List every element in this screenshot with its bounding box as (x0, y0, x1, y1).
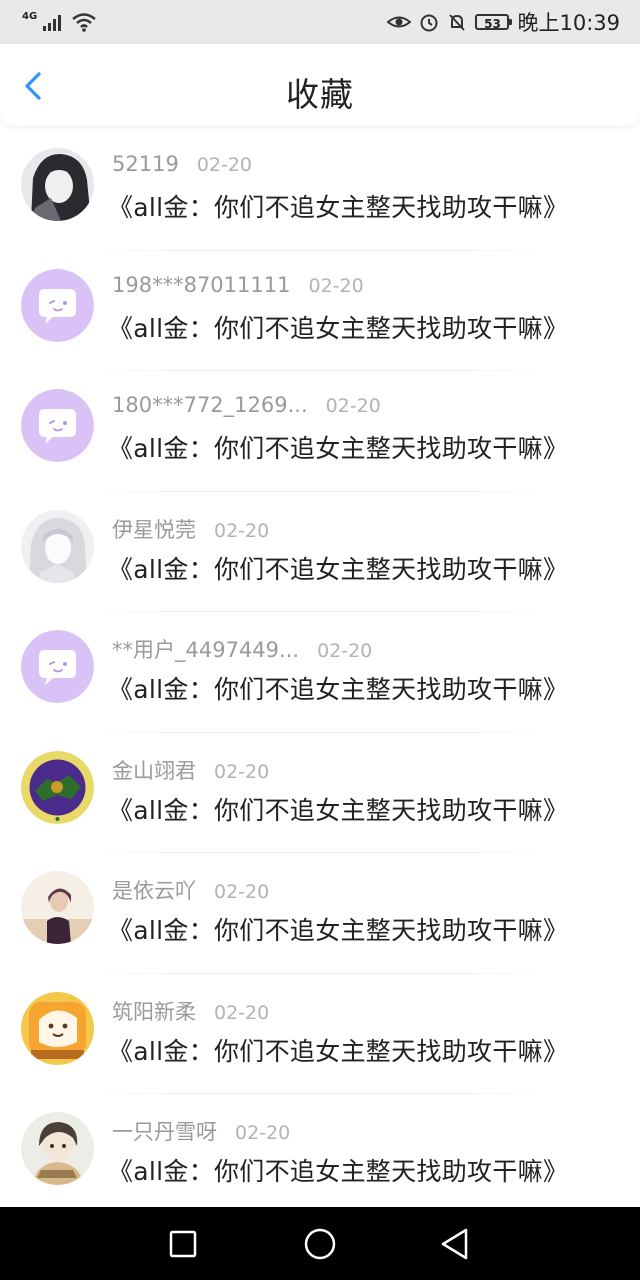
user-name: 伊星悦莞 (112, 517, 196, 542)
user-name: **用户_4497449... (112, 638, 300, 662)
favorites-list: 52119 02-20 《all金：你们不追女主整天找助攻干嘛》 198***8… (0, 130, 640, 1215)
clock: 晚上10:39 (517, 11, 620, 35)
user-name: 198***87011111 (112, 272, 291, 297)
date: 02-20 (325, 395, 381, 417)
avatar[interactable] (21, 389, 94, 462)
user-name: 180***772_1269... (112, 393, 308, 417)
date: 02-20 (308, 274, 364, 297)
date: 02-20 (196, 154, 253, 176)
avatar[interactable] (21, 871, 94, 944)
back-icon (441, 1228, 468, 1260)
page-title: 收藏 (286, 75, 354, 114)
list-item[interactable]: 一只丹雪呀 02-20 《all金：你们不追女主整天找助攻干嘛》 (0, 1094, 640, 1215)
message-text: 《all金：你们不追女主整天找助攻干嘛》 (108, 1036, 569, 1066)
avatar[interactable] (21, 148, 94, 221)
message-text: 《all金：你们不追女主整天找助攻干嘛》 (108, 313, 569, 343)
recent-apps-icon (169, 1230, 197, 1258)
user-name: 52119 (112, 152, 179, 176)
list-item[interactable]: 52119 02-20 《all金：你们不追女主整天找助攻干嘛》 (0, 130, 640, 251)
status-bar: 4G 53 晚上10:39 (0, 0, 640, 44)
date: 02-20 (235, 1122, 291, 1144)
list-item[interactable]: 金山翊君 02-20 《all金：你们不追女主整天找助攻干嘛》 (0, 733, 640, 853)
wifi-icon (72, 13, 96, 32)
user-name: 是依云吖 (112, 879, 196, 903)
chat-bubble-icon (21, 268, 94, 342)
nav-back-button[interactable] (431, 1221, 481, 1267)
user-name: 一只丹雪呀 (112, 1120, 217, 1144)
network-type: 4G (22, 10, 38, 22)
avatar[interactable] (21, 991, 94, 1065)
eye-icon (387, 16, 412, 28)
date: 02-20 (214, 1001, 270, 1024)
home-icon (304, 1228, 336, 1260)
message-text: 《all金：你们不追女主整天找助攻干嘛》 (108, 916, 569, 945)
message-text: 《all金：你们不追女主整天找助攻干嘛》 (108, 554, 569, 584)
user-name: 筑阳新柔 (112, 999, 196, 1024)
list-item[interactable]: **用户_4497449... 02-20 《all金：你们不追女主整天找助攻干… (0, 612, 640, 733)
system-nav-bar (0, 1207, 640, 1280)
list-item[interactable]: 198***87011111 02-20 《all金：你们不追女主整天找助攻干嘛… (0, 251, 640, 371)
avatar[interactable] (21, 1112, 94, 1185)
list-item[interactable]: 伊星悦莞 02-20 《all金：你们不追女主整天找助攻干嘛》 (0, 492, 640, 612)
date: 02-20 (214, 760, 270, 783)
avatar[interactable] (21, 750, 94, 824)
date: 02-20 (214, 519, 270, 542)
message-text: 《all金：你们不追女主整天找助攻干嘛》 (108, 675, 569, 704)
chat-bubble-icon (21, 630, 94, 703)
mute-bell-icon (449, 14, 466, 31)
message-text: 《all金：你们不追女主整天找助攻干嘛》 (108, 795, 569, 825)
user-name: 金山翊君 (112, 758, 196, 783)
list-item[interactable]: 筑阳新柔 02-20 《all金：你们不追女主整天找助攻干嘛》 (0, 974, 640, 1094)
battery-icon: 53 (475, 14, 513, 31)
chat-bubble-icon (21, 389, 94, 462)
message-text: 《all金：你们不追女主整天找助攻干嘛》 (108, 434, 569, 463)
list-item[interactable]: 是依云吖 02-20 《all金：你们不追女主整天找助攻干嘛》 (0, 853, 640, 974)
signal-icon (43, 15, 62, 31)
message-text: 《all金：你们不追女主整天找助攻干嘛》 (108, 193, 569, 222)
home-button[interactable] (295, 1221, 345, 1267)
header: 收藏 (0, 44, 640, 126)
alarm-icon (420, 14, 438, 32)
date: 02-20 (214, 881, 270, 903)
list-item[interactable]: 180***772_1269... 02-20 《all金：你们不追女主整天找助… (0, 371, 640, 492)
recent-apps-button[interactable] (158, 1221, 208, 1267)
date: 02-20 (317, 640, 373, 662)
avatar[interactable] (21, 630, 94, 703)
message-text: 《all金：你们不追女主整天找助攻干嘛》 (108, 1157, 569, 1186)
avatar[interactable] (21, 268, 94, 342)
avatar[interactable] (21, 509, 94, 583)
